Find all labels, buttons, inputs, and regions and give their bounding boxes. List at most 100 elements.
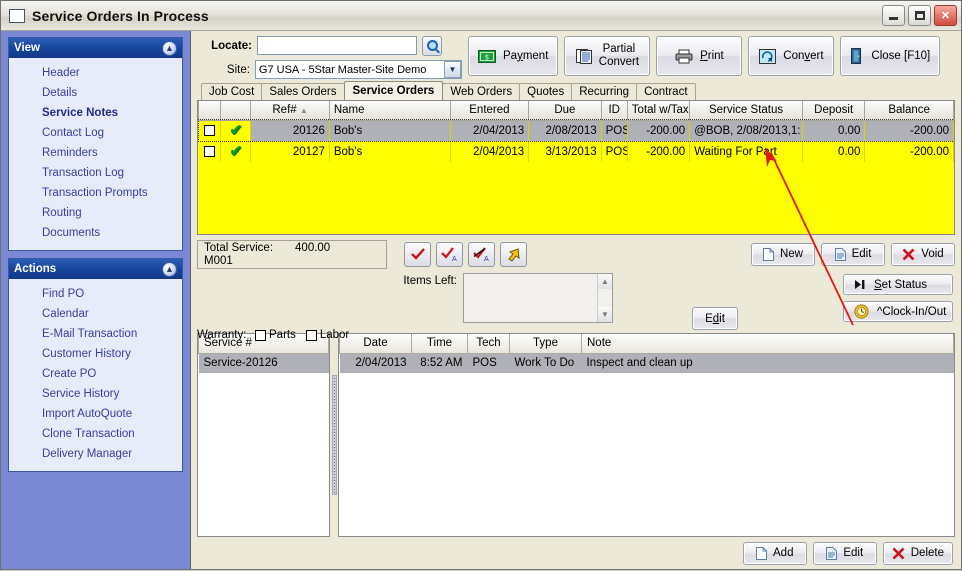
partial-convert-button[interactable]: Partial Convert bbox=[564, 36, 651, 76]
grid-col-deposit[interactable]: Deposit bbox=[801, 101, 866, 121]
tab-bar: Job Cost Sales Orders Service Orders Web… bbox=[197, 81, 955, 100]
sidebar-item-documents[interactable]: Documents bbox=[9, 223, 182, 243]
new-document-icon bbox=[756, 546, 768, 560]
close-button[interactable]: ✕ bbox=[934, 5, 957, 26]
print-button[interactable]: Print bbox=[656, 36, 743, 76]
grid-col-flag[interactable] bbox=[220, 101, 252, 121]
minimize-button[interactable] bbox=[882, 5, 905, 26]
red-x-icon bbox=[892, 547, 905, 559]
sidebar-panel-view-header[interactable]: View ▲ bbox=[9, 38, 182, 58]
locate-input[interactable] bbox=[257, 36, 417, 55]
row-checkbox[interactable] bbox=[203, 145, 215, 157]
sidebar-item-customer-history[interactable]: Customer History bbox=[9, 344, 182, 364]
sidebar-item-service-history[interactable]: Service History bbox=[9, 384, 182, 404]
row-deposit: 0.00 bbox=[802, 141, 866, 162]
sidebar-item-email-transaction[interactable]: E-Mail Transaction bbox=[9, 324, 182, 344]
payment-button[interactable]: $ Payment bbox=[468, 36, 559, 76]
grid-col-ref[interactable]: Ref# ▲ bbox=[250, 101, 330, 121]
items-left-value[interactable] bbox=[464, 274, 597, 322]
add-button[interactable]: Add bbox=[742, 541, 807, 565]
convert-button[interactable]: Convert bbox=[748, 36, 835, 76]
warranty-parts-checkbox[interactable]: Parts bbox=[255, 329, 296, 341]
sidebar-item-transaction-log[interactable]: Transaction Log bbox=[9, 163, 182, 183]
sidebar-item-details[interactable]: Details bbox=[9, 83, 182, 103]
pane-splitter[interactable] bbox=[330, 333, 338, 537]
tab-recurring[interactable]: Recurring bbox=[571, 83, 638, 100]
check-button[interactable] bbox=[404, 241, 431, 267]
check-all-button[interactable]: A bbox=[436, 241, 463, 267]
sidebar-item-reminders[interactable]: Reminders bbox=[9, 143, 182, 163]
sidebar-item-delivery-manager[interactable]: Delivery Manager bbox=[9, 444, 182, 464]
edit-note-button[interactable]: Edit bbox=[812, 541, 877, 565]
void-button[interactable]: Void bbox=[891, 242, 955, 266]
row-due: 2/08/2013 bbox=[528, 120, 602, 141]
tab-quotes[interactable]: Quotes bbox=[519, 83, 573, 100]
partial-convert-line1: Partial bbox=[602, 43, 636, 55]
new-button[interactable]: New bbox=[751, 242, 815, 266]
edit-button[interactable]: Edit bbox=[821, 242, 885, 266]
row-total-with-tax: -200.00 bbox=[627, 141, 691, 162]
clock-in-out-button[interactable]: ^Clock-In/Out bbox=[843, 301, 953, 322]
sidebar-item-find-po[interactable]: Find PO bbox=[9, 284, 182, 304]
table-row[interactable]: 2/04/2013 8:52 AM POS Work To Do Inspect… bbox=[339, 353, 954, 373]
grid-col-name[interactable]: Name bbox=[328, 101, 451, 121]
scroll-down-icon[interactable]: ▼ bbox=[598, 307, 612, 322]
table-row[interactable]: ✔ 20126 Bob's 2/04/2013 2/08/2013 POS -2… bbox=[198, 119, 954, 142]
tab-sales-orders[interactable]: Sales Orders bbox=[261, 83, 345, 100]
maximize-button[interactable] bbox=[908, 5, 931, 26]
sidebar-item-clone-transaction[interactable]: Clone Transaction bbox=[9, 424, 182, 444]
tab-service-orders[interactable]: Service Orders bbox=[343, 81, 444, 100]
row-checkbox-cell[interactable] bbox=[198, 120, 222, 141]
service-orders-grid[interactable]: Ref# ▲ Name Entered Due ID Total w/Tax S… bbox=[197, 100, 955, 235]
grid-col-select[interactable] bbox=[198, 101, 222, 121]
sidebar-item-header[interactable]: Header bbox=[9, 63, 182, 83]
sidebar-item-routing[interactable]: Routing bbox=[9, 203, 182, 223]
row-checkbox[interactable] bbox=[203, 125, 215, 137]
chevron-down-icon[interactable]: ▼ bbox=[444, 61, 461, 78]
close-f10-button[interactable]: Close [F10] bbox=[840, 36, 941, 76]
row-checkbox-cell[interactable] bbox=[198, 141, 222, 162]
grid-col-entered[interactable]: Entered bbox=[449, 101, 530, 121]
warranty-labor-checkbox[interactable]: Labor bbox=[305, 329, 349, 341]
play-to-end-icon bbox=[855, 280, 865, 289]
labor-checkbox-box[interactable] bbox=[305, 329, 317, 341]
site-select[interactable]: G7 USA - 5Star Master-Site Demo ▼ bbox=[254, 60, 462, 79]
uncheck-all-button[interactable]: A bbox=[468, 241, 495, 267]
grid-col-id[interactable]: ID bbox=[600, 101, 628, 121]
row-service-status: Waiting For Part bbox=[689, 141, 803, 162]
service-number-grid[interactable]: Service # Service-20126 bbox=[197, 333, 330, 537]
notes-detail-grid[interactable]: Date Time Tech Type Note 2/04/2013 8:52 … bbox=[338, 333, 955, 537]
tab-contract[interactable]: Contract bbox=[636, 83, 696, 100]
sidebar-item-contact-log[interactable]: Contact Log bbox=[9, 123, 182, 143]
list-item[interactable]: Service-20126 bbox=[198, 353, 329, 373]
grid-col-service-status[interactable]: Service Status bbox=[689, 101, 803, 121]
parts-checkbox-box[interactable] bbox=[255, 329, 266, 341]
goto-button[interactable] bbox=[500, 241, 527, 267]
search-button[interactable] bbox=[422, 35, 442, 56]
sidebar-item-calendar[interactable]: Calendar bbox=[9, 304, 182, 324]
scroll-up-icon[interactable]: ▲ bbox=[598, 274, 612, 289]
sidebar-item-service-notes[interactable]: Service Notes bbox=[9, 103, 182, 123]
items-edit-button[interactable]: Edit bbox=[692, 307, 738, 330]
splitter-grip[interactable] bbox=[331, 375, 337, 495]
sidebar-panel-actions-header[interactable]: Actions ▲ bbox=[9, 259, 182, 279]
items-left-textarea[interactable]: ▲ ▼ bbox=[463, 273, 613, 323]
sidebar-item-import-autoquote[interactable]: Import AutoQuote bbox=[9, 404, 182, 424]
chevron-up-icon[interactable]: ▲ bbox=[162, 40, 177, 56]
tab-web-orders[interactable]: Web Orders bbox=[442, 83, 521, 100]
delete-button[interactable]: Delete bbox=[882, 541, 953, 565]
chevron-up-icon[interactable]: ▲ bbox=[162, 261, 177, 277]
items-left-scrollbar[interactable]: ▲ ▼ bbox=[597, 274, 612, 322]
sidebar-item-create-po[interactable]: Create PO bbox=[9, 364, 182, 384]
sidebar-item-transaction-prompts[interactable]: Transaction Prompts bbox=[9, 183, 182, 203]
grid-col-balance[interactable]: Balance bbox=[864, 101, 954, 121]
edit-note-button-label: Edit bbox=[843, 547, 864, 559]
grid-col-total-with-tax[interactable]: Total w/Tax bbox=[626, 101, 691, 121]
partial-convert-button-label: Partial Convert bbox=[599, 43, 639, 69]
document-list-icon bbox=[575, 48, 592, 64]
table-row[interactable]: ✔ 20127 Bob's 2/04/2013 3/13/2013 POS -2… bbox=[198, 141, 954, 162]
tab-job-cost[interactable]: Job Cost bbox=[201, 83, 263, 100]
grid-col-due[interactable]: Due bbox=[528, 101, 602, 121]
site-row: Site: G7 USA - 5Star Master-Site Demo ▼ bbox=[197, 59, 462, 80]
set-status-button[interactable]: Set Status bbox=[843, 274, 953, 295]
